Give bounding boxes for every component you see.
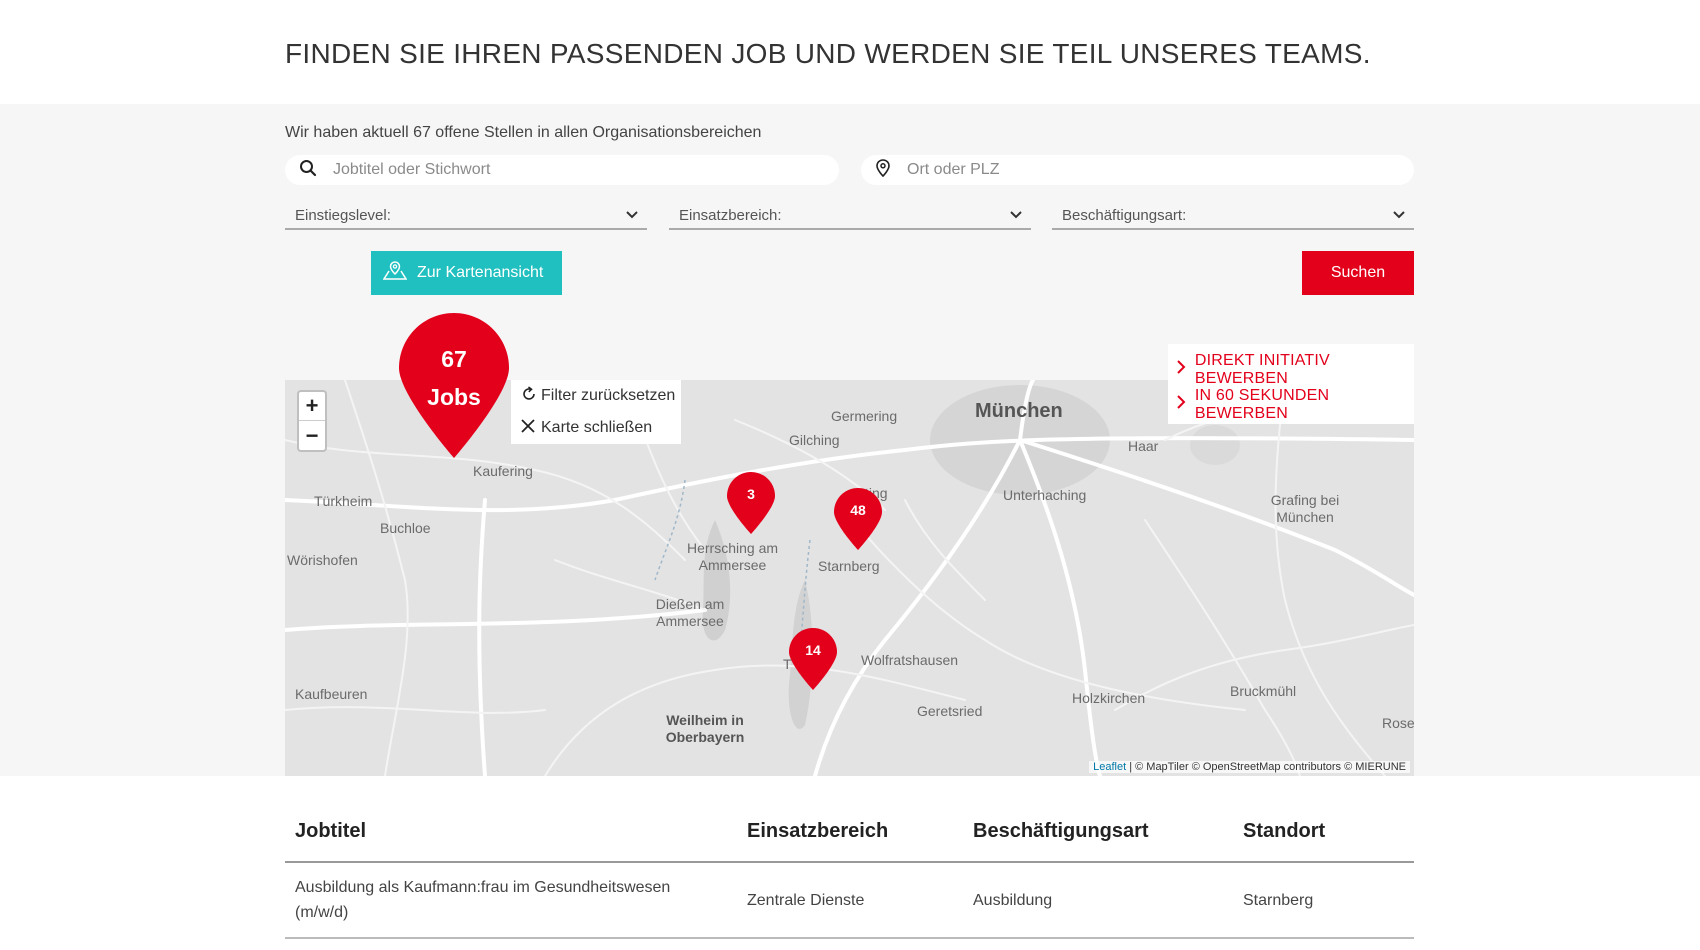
- place-label: Starnberg: [818, 558, 880, 574]
- entry-level-label: Einstiegslevel:: [295, 207, 391, 224]
- quick-apply-label: IN 60 SEKUNDEN BEWERBEN: [1194, 386, 1330, 422]
- map-pin-icon: [789, 628, 837, 690]
- place-label: München: [975, 400, 1063, 422]
- place-label: Holzkirchen: [1072, 690, 1146, 706]
- table-header-row: Jobtitel Einsatzbereich Beschäftigungsar…: [285, 810, 1414, 863]
- entry-level-select[interactable]: Einstiegslevel:: [285, 203, 647, 230]
- close-map-label: Karte schließen: [541, 419, 653, 436]
- place-label: Dießen am Ammersee: [655, 596, 725, 629]
- location-search-box[interactable]: [861, 155, 1414, 185]
- map-view-button[interactable]: Zur Kartenansicht: [371, 251, 562, 295]
- reset-filter-label: Filter zurücksetzen: [541, 387, 676, 404]
- map-icon: [382, 260, 408, 286]
- job-location-cell: Starnberg: [1233, 862, 1414, 939]
- column-header-area[interactable]: Einsatzbereich: [737, 810, 963, 863]
- reset-icon: [521, 385, 541, 407]
- reset-filter-button[interactable]: Filter zurücksetzen: [511, 380, 681, 412]
- chevron-right-icon: [1176, 395, 1195, 414]
- total-jobs-label: Jobs: [427, 384, 481, 410]
- map-view-label: Zur Kartenansicht: [417, 264, 544, 281]
- close-map-button[interactable]: Karte schließen: [511, 412, 681, 444]
- place-label: Wolfratshausen: [861, 652, 959, 668]
- search-icon: [299, 159, 317, 182]
- map-pin[interactable]: 14: [789, 628, 837, 695]
- jobs-count-intro: Wir haben aktuell 67 offene Stellen in a…: [285, 124, 762, 141]
- total-jobs-count: 67: [441, 346, 467, 372]
- place-label: Haar: [1128, 438, 1159, 454]
- place-label: Grafing bei München: [1270, 492, 1340, 525]
- area-label: Einsatzbereich:: [679, 207, 782, 224]
- apply-links: DIREKT INITIATIV BEWERBEN IN 60 SEKUNDEN…: [1168, 344, 1414, 424]
- chevron-down-icon: [1009, 207, 1023, 224]
- map-pin-count: 48: [850, 502, 866, 518]
- map-pin-count: 3: [747, 486, 755, 502]
- map-filter-panel: Filter zurücksetzen Karte schließen: [511, 380, 681, 444]
- map-attribution: Leaflet | © MapTiler © OpenStreetMap con…: [1089, 761, 1410, 773]
- quick-apply-link[interactable]: IN 60 SEKUNDEN BEWERBEN: [1168, 387, 1414, 422]
- place-label: Herrsching am Ammersee: [686, 540, 779, 573]
- column-header-location[interactable]: Standort: [1233, 810, 1414, 863]
- place-label: Weilheim in Oberbayern: [665, 712, 745, 745]
- place-label: Kaufbeuren: [295, 686, 368, 702]
- total-jobs-pin[interactable]: 67 Jobs: [399, 313, 509, 463]
- keyword-input[interactable]: [333, 161, 753, 179]
- location-pin-icon: [875, 158, 891, 182]
- place-label: Gilching: [789, 432, 840, 448]
- place-label: Rose: [1382, 715, 1414, 731]
- leaflet-link[interactable]: Leaflet: [1093, 761, 1126, 773]
- employment-type-label: Beschäftigungsart:: [1062, 207, 1187, 224]
- column-header-jobtitle[interactable]: Jobtitel: [285, 810, 737, 863]
- map-pin-icon: [727, 472, 775, 534]
- chevron-down-icon: [625, 207, 639, 224]
- map-pin-icon: [834, 488, 882, 550]
- location-input[interactable]: [907, 161, 1327, 179]
- job-type-cell: Ausbildung: [963, 862, 1233, 939]
- place-label: Geretsried: [917, 703, 983, 719]
- page-title: FINDEN SIE IHREN PASSENDEN JOB UND WERDE…: [285, 38, 1371, 69]
- place-label: Türkheim: [314, 493, 373, 509]
- initiative-apply-label: DIREKT INITIATIV BEWERBEN: [1194, 351, 1330, 387]
- column-header-type[interactable]: Beschäftigungsart: [963, 810, 1233, 863]
- place-label: Buchloe: [380, 520, 431, 536]
- employment-type-select[interactable]: Beschäftigungsart:: [1052, 203, 1414, 230]
- jobs-table: Jobtitel Einsatzbereich Beschäftigungsar…: [285, 810, 1414, 939]
- place-label: Kaufering: [473, 463, 533, 479]
- map-pin-count: 14: [805, 642, 821, 658]
- table-row[interactable]: Ausbildung als Kaufmann:frau im Gesundhe…: [285, 862, 1414, 939]
- map-pin[interactable]: 3: [727, 472, 775, 539]
- zoom-in-button[interactable]: +: [299, 392, 325, 421]
- place-label: Wörishofen: [287, 552, 358, 568]
- job-title-cell[interactable]: Ausbildung als Kaufmann:frau im Gesundhe…: [285, 862, 737, 939]
- zoom-out-button[interactable]: −: [299, 421, 325, 450]
- chevron-right-icon: [1176, 360, 1195, 379]
- place-label: Germering: [831, 408, 898, 424]
- area-select[interactable]: Einsatzbereich:: [669, 203, 1031, 230]
- close-icon: [521, 418, 541, 438]
- search-button[interactable]: Suchen: [1302, 251, 1414, 295]
- zoom-control: + −: [297, 390, 327, 452]
- job-area-cell: Zentrale Dienste: [737, 862, 963, 939]
- place-label: Unterhaching: [1003, 487, 1087, 503]
- map-pin[interactable]: 48: [834, 488, 882, 555]
- initiative-apply-link[interactable]: DIREKT INITIATIV BEWERBEN: [1168, 352, 1414, 387]
- keyword-search-box[interactable]: [285, 155, 839, 185]
- place-label: Bruckmühl: [1230, 683, 1297, 699]
- attribution-text: | © MapTiler © OpenStreetMap contributor…: [1129, 761, 1406, 773]
- chevron-down-icon: [1392, 207, 1406, 224]
